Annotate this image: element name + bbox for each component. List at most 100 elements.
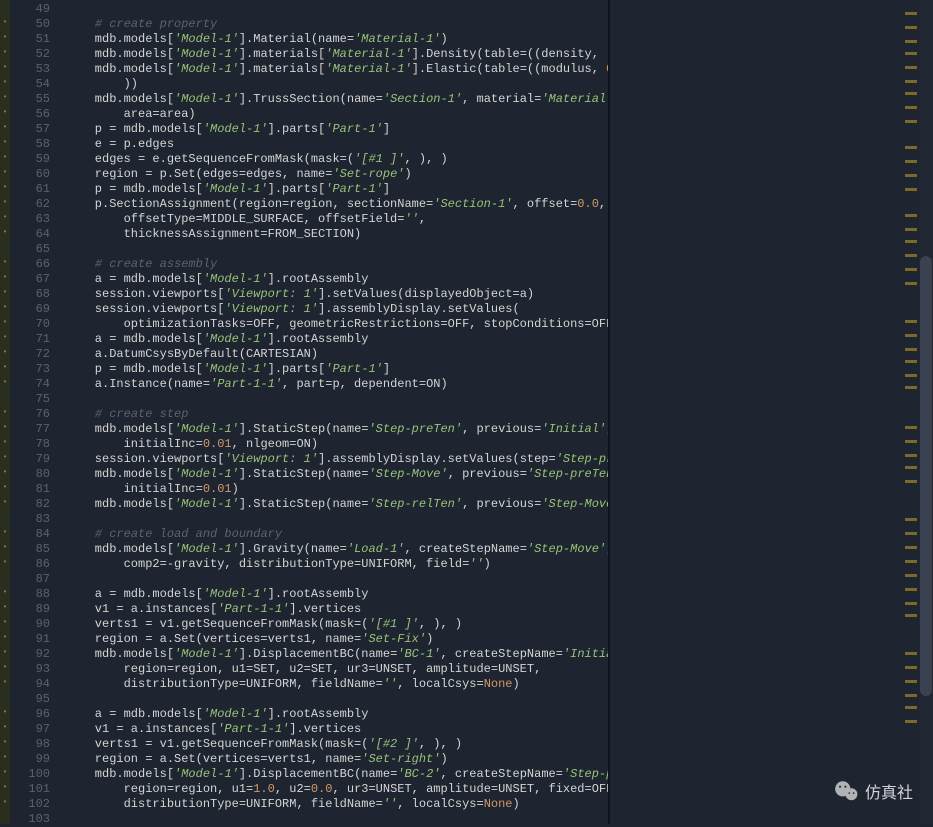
line-number[interactable]: 50 — [10, 17, 50, 32]
line-number[interactable]: 94 — [10, 677, 50, 692]
line-number[interactable]: 89 — [10, 602, 50, 617]
scrollbar-thumb[interactable] — [920, 256, 932, 696]
line-number-gutter[interactable]: 4950515253545556575859606162636465666768… — [10, 0, 58, 824]
line-number[interactable]: 61 — [10, 182, 50, 197]
overview-mark[interactable] — [905, 146, 917, 149]
line-number[interactable]: 100 — [10, 767, 50, 782]
overview-mark[interactable] — [905, 680, 917, 683]
line-number[interactable]: 93 — [10, 662, 50, 677]
line-number[interactable]: 87 — [10, 572, 50, 587]
overview-mark[interactable] — [905, 160, 917, 163]
line-number[interactable]: 96 — [10, 707, 50, 722]
overview-mark[interactable] — [905, 188, 917, 191]
line-number[interactable]: 69 — [10, 302, 50, 317]
vertical-scrollbar[interactable] — [919, 0, 933, 824]
overview-mark[interactable] — [905, 666, 917, 669]
line-number[interactable]: 56 — [10, 107, 50, 122]
overview-mark[interactable] — [905, 174, 917, 177]
overview-mark[interactable] — [905, 694, 917, 697]
line-number[interactable]: 98 — [10, 737, 50, 752]
line-number[interactable]: 62 — [10, 197, 50, 212]
overview-mark[interactable] — [905, 386, 917, 389]
line-number[interactable]: 101 — [10, 782, 50, 797]
overview-mark[interactable] — [905, 52, 917, 55]
overview-mark[interactable] — [905, 334, 917, 337]
line-number[interactable]: 97 — [10, 722, 50, 737]
overview-mark[interactable] — [905, 26, 917, 29]
line-number[interactable]: 83 — [10, 512, 50, 527]
line-number[interactable]: 54 — [10, 77, 50, 92]
line-number[interactable]: 65 — [10, 242, 50, 257]
overview-mark[interactable] — [905, 268, 917, 271]
line-number[interactable]: 73 — [10, 362, 50, 377]
line-number[interactable]: 74 — [10, 377, 50, 392]
line-number[interactable]: 82 — [10, 497, 50, 512]
line-number[interactable]: 64 — [10, 227, 50, 242]
overview-mark[interactable] — [905, 254, 917, 257]
overview-mark[interactable] — [905, 440, 917, 443]
overview-ruler[interactable] — [903, 0, 919, 824]
line-number[interactable]: 68 — [10, 287, 50, 302]
overview-mark[interactable] — [905, 614, 917, 617]
line-number[interactable]: 55 — [10, 92, 50, 107]
line-number[interactable]: 52 — [10, 47, 50, 62]
overview-mark[interactable] — [905, 574, 917, 577]
line-number[interactable]: 63 — [10, 212, 50, 227]
line-number[interactable]: 72 — [10, 347, 50, 362]
line-number[interactable]: 81 — [10, 482, 50, 497]
overview-mark[interactable] — [905, 480, 917, 483]
overview-mark[interactable] — [905, 282, 917, 285]
overview-mark[interactable] — [905, 374, 917, 377]
overview-mark[interactable] — [905, 12, 917, 15]
overview-mark[interactable] — [905, 426, 917, 429]
overview-mark[interactable] — [905, 214, 917, 217]
overview-mark[interactable] — [905, 560, 917, 563]
overview-mark[interactable] — [905, 518, 917, 521]
line-number[interactable]: 92 — [10, 647, 50, 662]
overview-mark[interactable] — [905, 40, 917, 43]
line-number[interactable]: 49 — [10, 2, 50, 17]
overview-mark[interactable] — [905, 92, 917, 95]
line-number[interactable]: 51 — [10, 32, 50, 47]
line-number[interactable]: 85 — [10, 542, 50, 557]
overview-mark[interactable] — [905, 120, 917, 123]
line-number[interactable]: 102 — [10, 797, 50, 812]
overview-mark[interactable] — [905, 348, 917, 351]
overview-mark[interactable] — [905, 466, 917, 469]
line-number[interactable]: 88 — [10, 587, 50, 602]
overview-mark[interactable] — [905, 320, 917, 323]
overview-mark[interactable] — [905, 652, 917, 655]
overview-mark[interactable] — [905, 532, 917, 535]
overview-mark[interactable] — [905, 80, 917, 83]
overview-mark[interactable] — [905, 228, 917, 231]
line-number[interactable]: 53 — [10, 62, 50, 77]
overview-mark[interactable] — [905, 706, 917, 709]
line-number[interactable]: 71 — [10, 332, 50, 347]
overview-mark[interactable] — [905, 454, 917, 457]
overview-mark[interactable] — [905, 106, 917, 109]
line-number[interactable]: 99 — [10, 752, 50, 767]
overview-mark[interactable] — [905, 720, 917, 723]
line-number[interactable]: 84 — [10, 527, 50, 542]
line-number[interactable]: 78 — [10, 437, 50, 452]
line-number[interactable]: 77 — [10, 422, 50, 437]
line-number[interactable]: 103 — [10, 812, 50, 827]
line-number[interactable]: 86 — [10, 557, 50, 572]
overview-mark[interactable] — [905, 602, 917, 605]
line-number[interactable]: 57 — [10, 122, 50, 137]
line-number[interactable]: 91 — [10, 632, 50, 647]
line-number[interactable]: 60 — [10, 167, 50, 182]
line-number[interactable]: 79 — [10, 452, 50, 467]
line-number[interactable]: 70 — [10, 317, 50, 332]
overview-mark[interactable] — [905, 546, 917, 549]
overview-mark[interactable] — [905, 588, 917, 591]
line-number[interactable]: 80 — [10, 467, 50, 482]
line-number[interactable]: 95 — [10, 692, 50, 707]
overview-mark[interactable] — [905, 240, 917, 243]
line-number[interactable]: 76 — [10, 407, 50, 422]
overview-mark[interactable] — [905, 66, 917, 69]
line-number[interactable]: 59 — [10, 152, 50, 167]
line-number[interactable]: 58 — [10, 137, 50, 152]
line-number[interactable]: 66 — [10, 257, 50, 272]
line-number[interactable]: 90 — [10, 617, 50, 632]
